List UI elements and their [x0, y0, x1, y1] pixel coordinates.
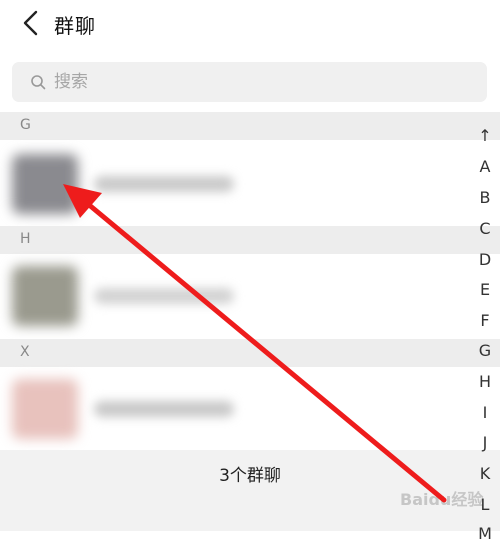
section-letter: G [20, 117, 31, 133]
group-count: 3个群聊 [219, 466, 281, 486]
alphabet-index-bar[interactable]: ↑ A B C D E F G H I J K L M [470, 124, 500, 543]
group-name-redacted [94, 176, 234, 192]
index-item-a[interactable]: A [470, 157, 500, 176]
avatar [12, 379, 78, 439]
top-bar: 群聊 [0, 0, 500, 50]
avatar [12, 266, 78, 326]
search-icon [31, 75, 46, 90]
section-header-x: X [0, 339, 500, 367]
group-item[interactable] [12, 154, 248, 214]
index-item-i[interactable]: I [470, 403, 500, 422]
group-name-redacted [94, 288, 234, 304]
index-item-b[interactable]: B [470, 188, 500, 207]
search-input[interactable] [52, 71, 456, 93]
index-item-l[interactable]: L [470, 495, 500, 514]
index-item-d[interactable]: D [470, 250, 500, 269]
index-item-e[interactable]: E [470, 280, 500, 299]
section-letter: H [20, 231, 31, 247]
index-item-g[interactable]: G [470, 341, 500, 360]
section-letter: X [20, 344, 30, 360]
index-item-k[interactable]: K [470, 464, 500, 483]
index-item-up[interactable]: ↑ [470, 126, 500, 145]
group-item[interactable] [12, 379, 256, 439]
index-item-c[interactable]: C [470, 219, 500, 238]
index-item-m[interactable]: M [470, 524, 500, 543]
section-header-h: H [0, 226, 500, 254]
group-item[interactable] [12, 266, 248, 326]
avatar [12, 154, 78, 214]
index-item-h[interactable]: H [470, 372, 500, 391]
group-name-redacted [94, 401, 234, 417]
search-bar[interactable] [12, 62, 487, 102]
page-title: 群聊 [54, 14, 96, 38]
section-header-g: G [0, 112, 500, 140]
back-arrow-icon[interactable] [20, 9, 44, 37]
index-item-f[interactable]: F [470, 311, 500, 330]
index-item-j[interactable]: J [470, 433, 500, 452]
